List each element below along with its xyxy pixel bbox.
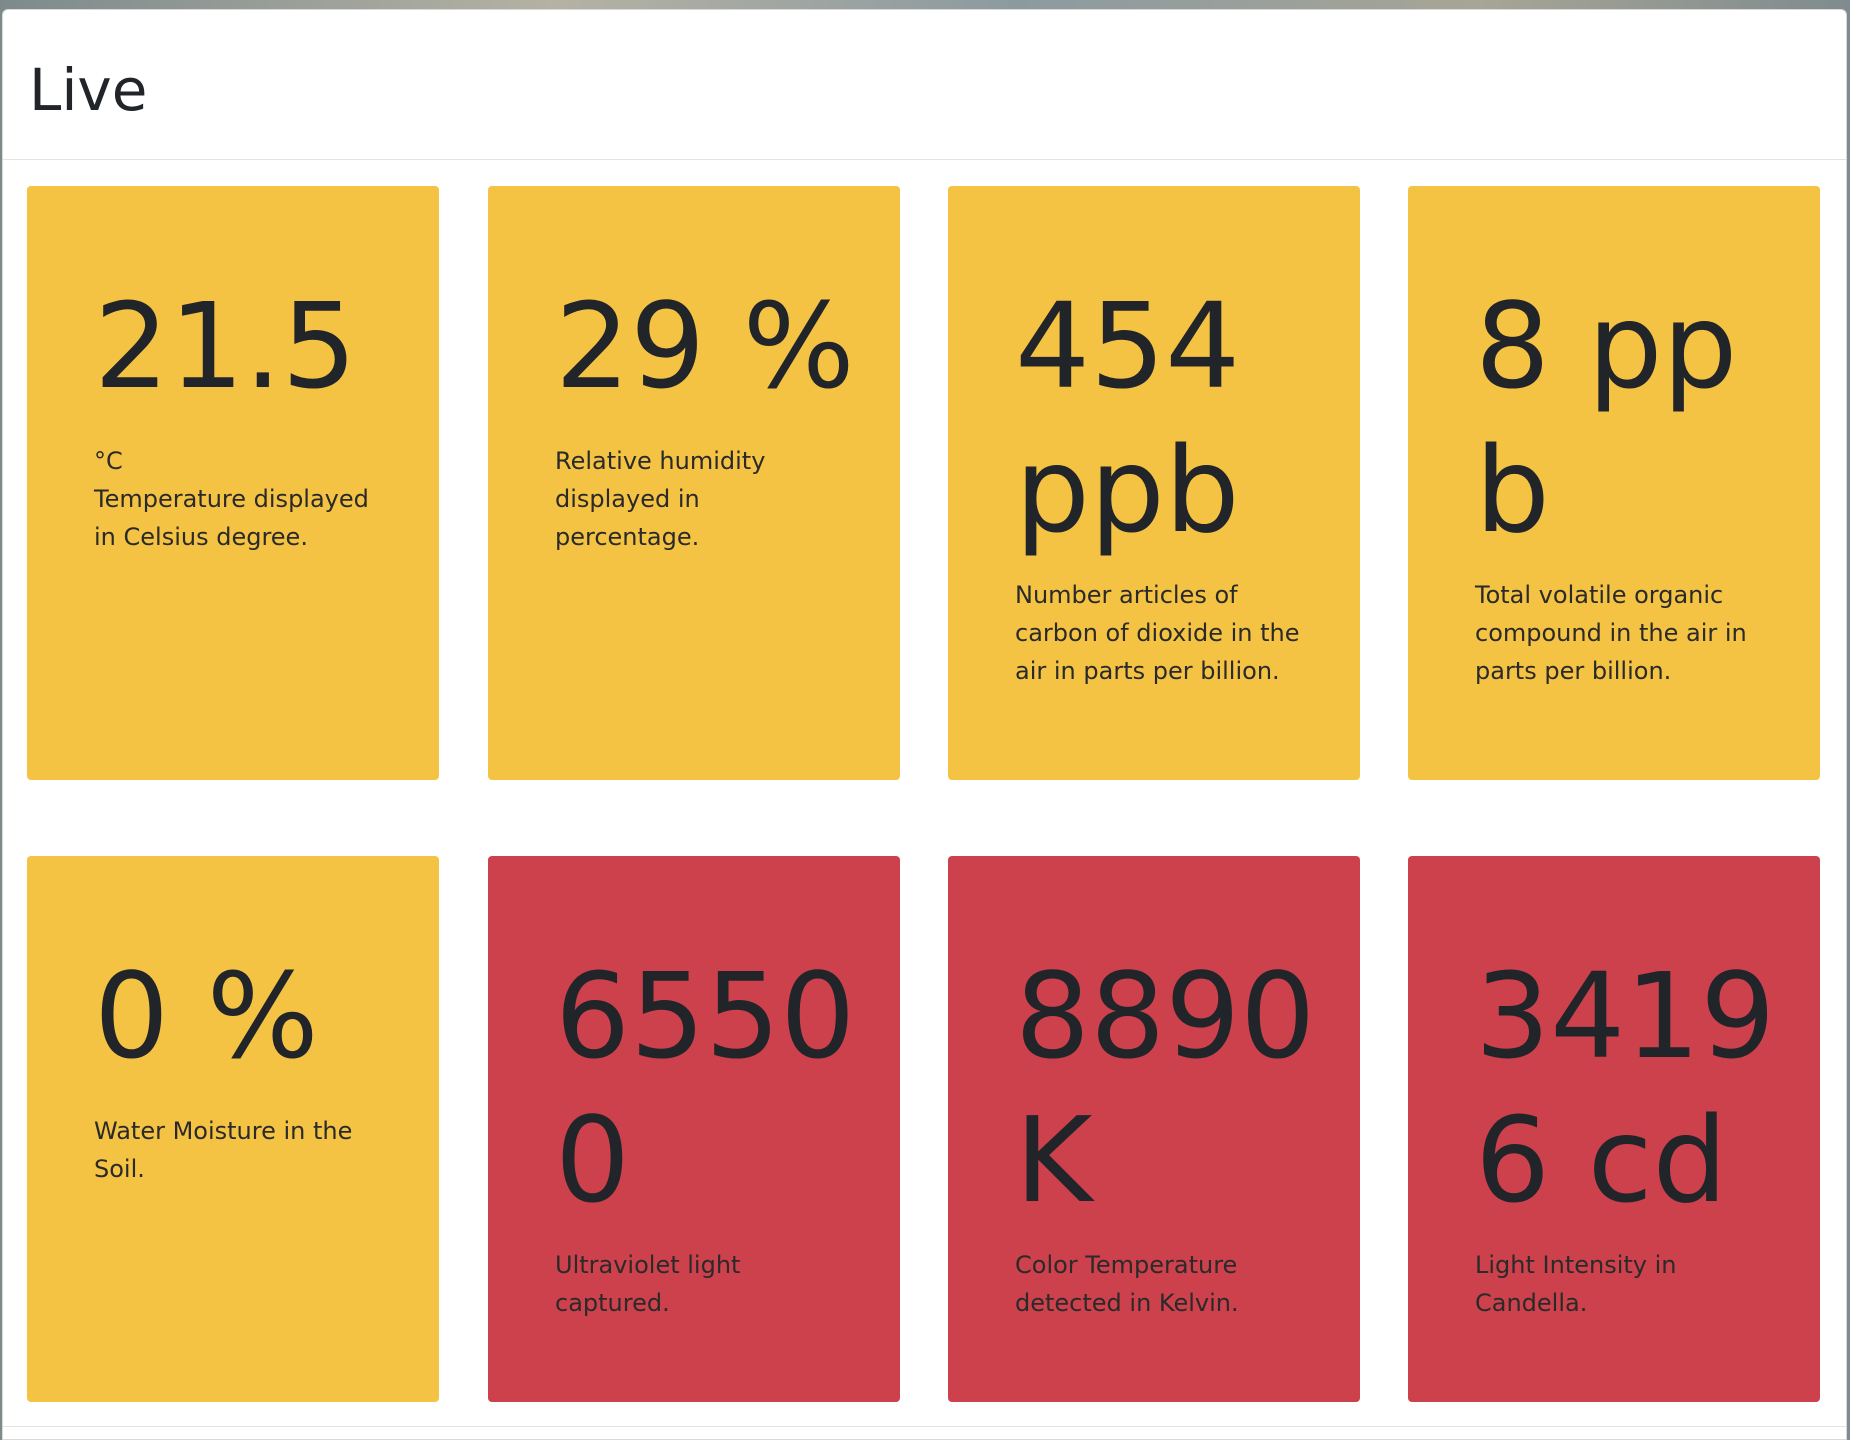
modal-title: Live: [29, 56, 148, 124]
uv-card: 65500 Ultraviolet light captured.: [488, 856, 900, 1402]
uv-value: 65500: [555, 947, 856, 1229]
humidity-card: 29 % Relative humidity displayed in perc…: [488, 186, 900, 780]
live-modal: Live 21.5 °C Temperature displayed in Ce…: [2, 9, 1847, 1440]
light-intensity-card: 34196 cd Light Intensity in Candella.: [1408, 856, 1820, 1402]
soil-moisture-description: Water Moisture in the Soil.: [94, 1117, 353, 1183]
light-intensity-description: Light Intensity in Candella.: [1475, 1251, 1677, 1317]
uv-description: Ultraviolet light captured.: [555, 1251, 741, 1317]
temperature-value: 21.5: [94, 277, 357, 415]
color-temperature-description: Color Temperature detected in Kelvin.: [1015, 1251, 1239, 1317]
co2-value: 454 ppb: [1015, 277, 1241, 559]
light-intensity-value: 34196 cd: [1475, 947, 1776, 1229]
color-temperature-card: 8890 K Color Temperature detected in Kel…: [948, 856, 1360, 1402]
humidity-value: 29 %: [555, 277, 855, 415]
tvoc-value: 8 ppb: [1475, 277, 1738, 559]
tvoc-description: Total volatile organic compound in the a…: [1475, 581, 1747, 685]
soil-moisture-value: 0 %: [94, 947, 319, 1085]
temperature-unit: °C: [94, 447, 123, 475]
humidity-description: Relative humidity displayed in percentag…: [555, 447, 766, 551]
soil-moisture-card: 0 % Water Moisture in the Soil.: [27, 856, 439, 1402]
temperature-card: 21.5 °C Temperature displayed in Celsius…: [27, 186, 439, 780]
co2-description: Number articles of carbon of dioxide in …: [1015, 581, 1300, 685]
modal-footer-divider: [3, 1426, 1846, 1427]
modal-header: Live: [3, 10, 1846, 160]
tvoc-card: 8 ppb Total volatile organic compound in…: [1408, 186, 1820, 780]
co2-card: 454 ppb Number articles of carbon of dio…: [948, 186, 1360, 780]
color-temperature-value: 8890 K: [1015, 947, 1316, 1229]
temperature-description: Temperature displayed in Celsius degree.: [94, 485, 369, 551]
